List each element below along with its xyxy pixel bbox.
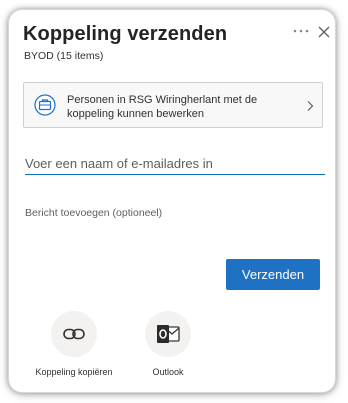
close-icon bbox=[318, 26, 330, 38]
copy-link-label: Koppeling kopiëren bbox=[35, 367, 113, 377]
permission-description: Personen in RSG Wiringherlant met de kop… bbox=[67, 93, 297, 121]
briefcase-icon bbox=[34, 94, 56, 116]
close-button[interactable] bbox=[314, 22, 334, 42]
outlook-icon bbox=[157, 325, 180, 343]
send-button[interactable]: Verzenden bbox=[226, 259, 320, 290]
link-permissions-button[interactable]: Personen in RSG Wiringherlant met de kop… bbox=[23, 82, 323, 128]
recipient-input[interactable] bbox=[25, 153, 325, 175]
permission-line-2: koppeling kunnen bewerken bbox=[67, 108, 204, 120]
link-icon bbox=[63, 328, 85, 340]
message-input[interactable] bbox=[25, 203, 325, 223]
copy-link-circle bbox=[51, 311, 97, 357]
dialog-title: Koppeling verzenden bbox=[23, 23, 228, 45]
outlook-label: Outlook bbox=[152, 367, 184, 377]
outlook-circle bbox=[145, 311, 191, 357]
share-dialog: Koppeling verzenden BYOD (15 items) Pers… bbox=[8, 9, 336, 393]
chevron-right-icon bbox=[307, 101, 314, 111]
dialog-subtitle: BYOD (15 items) bbox=[24, 50, 104, 62]
more-icon bbox=[293, 29, 309, 33]
more-options-button[interactable] bbox=[290, 22, 312, 40]
outlook-option[interactable]: Outlook bbox=[123, 311, 213, 377]
copy-link-option[interactable]: Koppeling kopiëren bbox=[29, 311, 119, 377]
permission-line-1: Personen in RSG Wiringherlant met de bbox=[67, 94, 258, 106]
